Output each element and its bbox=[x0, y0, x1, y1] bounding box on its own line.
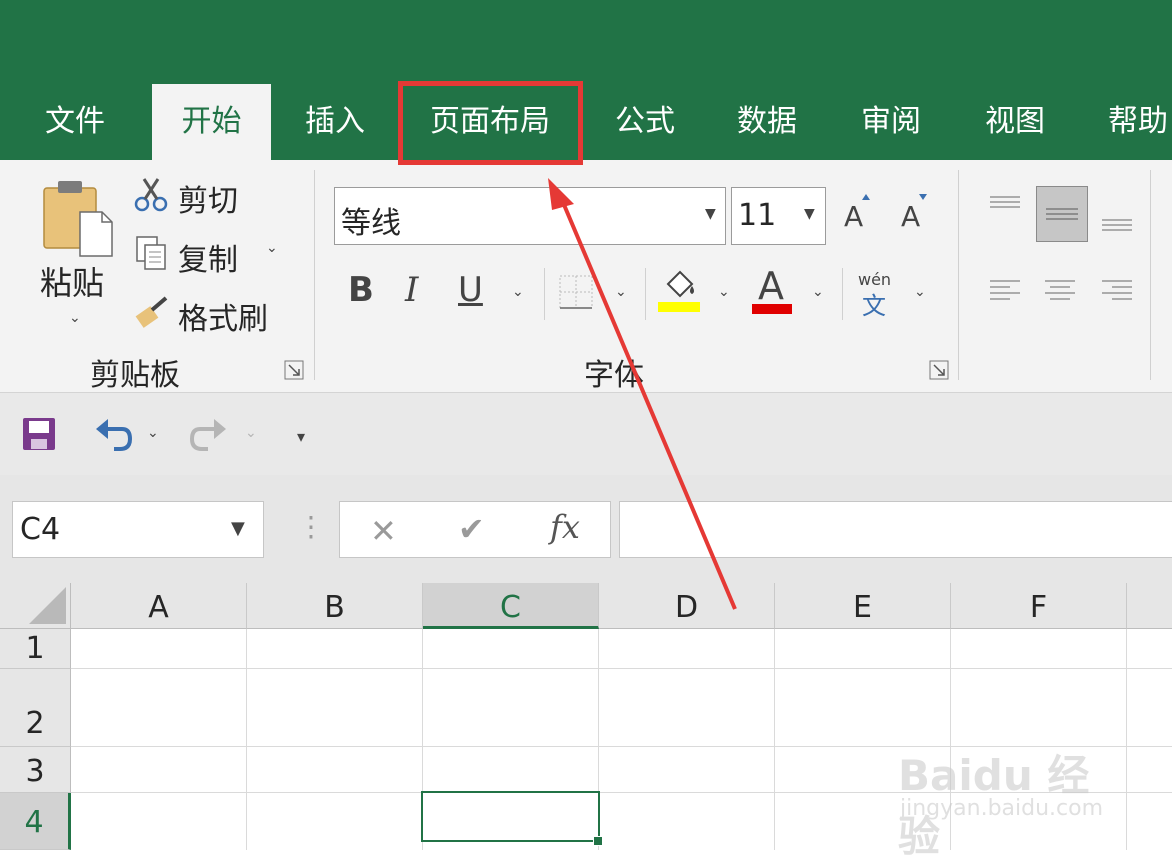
watermark: Baidu 经验 jingyan.baidu.com bbox=[898, 742, 1118, 861]
watermark-url: jingyan.baidu.com bbox=[900, 796, 1104, 821]
annotation-arrow-icon bbox=[548, 178, 737, 610]
